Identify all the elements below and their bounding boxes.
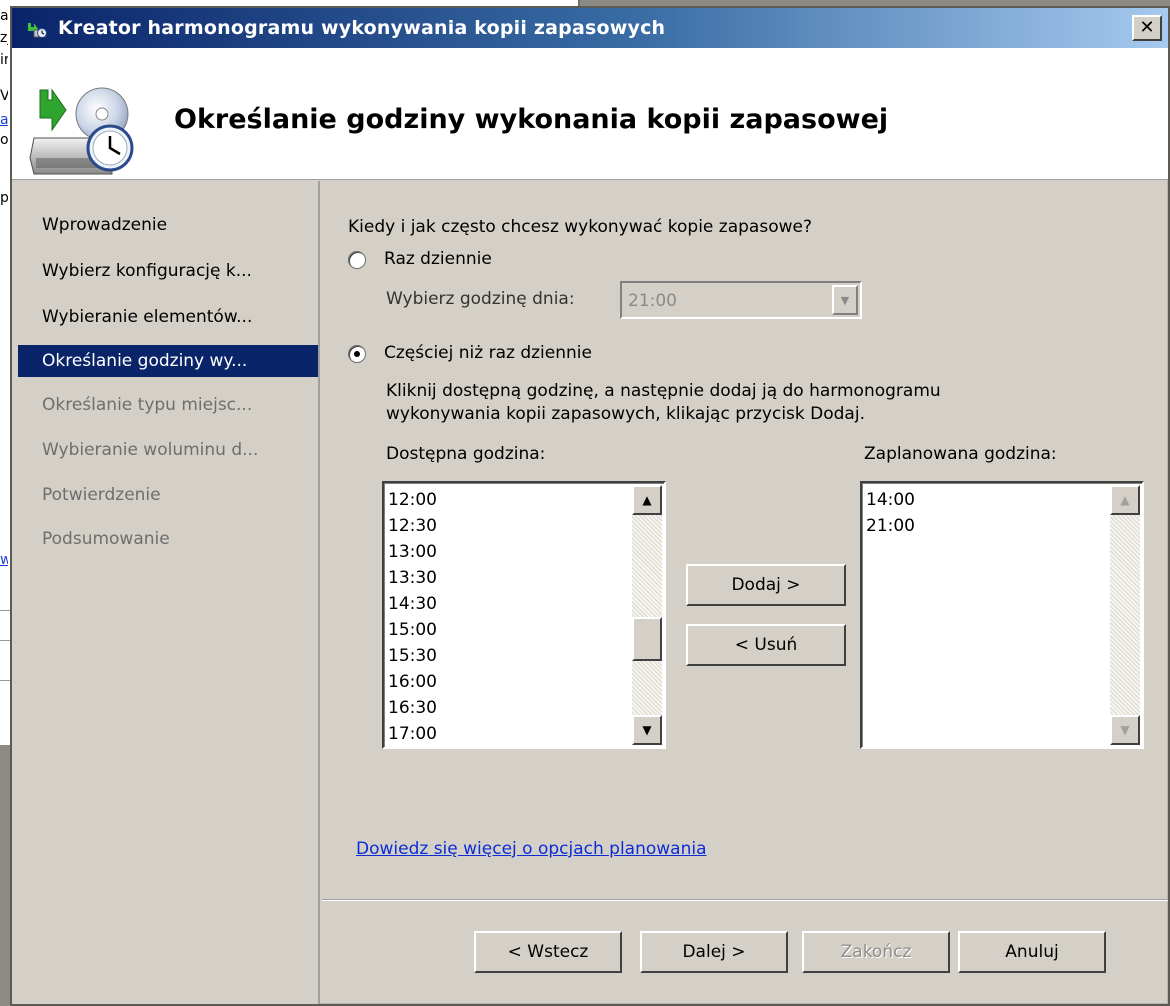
scheduled-times-label: Zaplanowana godzina: xyxy=(864,444,1057,464)
scroll-down-arrow-icon: ▼ xyxy=(1110,715,1140,745)
window-title: Kreator harmonogramu wykonywania kopii z… xyxy=(58,17,666,39)
scheduled-times-items: 14:00 21:00 xyxy=(866,487,915,539)
background-text-fragment: a xyxy=(0,112,8,128)
close-icon: ✕ xyxy=(1139,17,1155,38)
back-button[interactable]: < Wstecz xyxy=(474,931,622,973)
backup-disk-clock-icon xyxy=(29,87,134,175)
title-bar[interactable]: Kreator harmonogramu wykonywania kopii z… xyxy=(12,8,1168,48)
available-time-option[interactable]: 14:30 xyxy=(388,591,437,617)
available-times-scrollbar[interactable]: ▲ ▼ xyxy=(632,485,662,745)
scheduled-times-list[interactable]: 14:00 21:00 ▲ ▼ xyxy=(860,481,1144,749)
time-of-day-dropdown: 21:00 ▼ xyxy=(620,281,862,319)
available-time-option[interactable]: 16:30 xyxy=(388,695,437,721)
sidebar-item-introduction[interactable]: Wprowadzenie xyxy=(18,209,318,241)
sidebar-item-destination-type: Określanie typu miejsc... xyxy=(42,395,253,415)
available-times-list[interactable]: 12:00 12:30 13:00 13:30 14:30 15:00 15:3… xyxy=(382,481,666,749)
page-title: Określanie godziny wykonania kopii zapas… xyxy=(174,104,889,135)
close-button[interactable]: ✕ xyxy=(1132,15,1162,41)
background-divider xyxy=(0,610,10,611)
sidebar-item-summary: Podsumowanie xyxy=(42,529,170,549)
learn-more-link[interactable]: Dowiedz się więcej o opcjach planowania xyxy=(356,839,707,859)
background-text-fragment: a xyxy=(0,8,8,24)
next-button[interactable]: Dalej > xyxy=(640,931,788,973)
background-link-fragment[interactable]: w xyxy=(0,552,8,568)
available-time-option[interactable]: 12:00 xyxy=(388,487,437,513)
sidebar-item-specify-time[interactable]: Określanie godziny wy... xyxy=(18,345,318,377)
sidebar-item-select-configuration[interactable]: Wybierz konfigurację k... xyxy=(18,255,318,287)
backup-schedule-wizard: Kreator harmonogramu wykonywania kopii z… xyxy=(10,6,1170,1006)
scheduled-times-scrollbar: ▲ ▼ xyxy=(1110,485,1140,745)
available-times-items: 12:00 12:30 13:00 13:30 14:30 15:00 15:3… xyxy=(388,487,437,747)
wizard-page-content: Kiedy i jak często chcesz wykonywać kopi… xyxy=(322,181,1168,1004)
scheduled-time-option[interactable]: 14:00 xyxy=(866,487,915,513)
wizard-header: Określanie godziny wykonania kopii zapas… xyxy=(12,48,1168,180)
chevron-down-icon: ▼ xyxy=(832,285,858,315)
scheduled-time-option[interactable]: 21:00 xyxy=(866,513,915,539)
available-time-option[interactable]: 15:30 xyxy=(388,643,437,669)
radio-selected-dot xyxy=(354,351,360,357)
sidebar-item-select-volume: Wybieranie woluminu d... xyxy=(42,440,259,460)
background-text-fragment: V xyxy=(0,88,8,104)
footer-divider xyxy=(322,899,1168,901)
background-divider xyxy=(0,680,10,681)
schedule-question: Kiedy i jak często chcesz wykonywać kopi… xyxy=(348,217,812,237)
background-text-fragment: p xyxy=(0,190,8,206)
scrollbar-thumb[interactable] xyxy=(632,617,662,661)
available-time-option[interactable]: 16:00 xyxy=(388,669,437,695)
available-time-option[interactable]: 17:00 xyxy=(388,721,437,747)
backup-schedule-icon xyxy=(28,23,47,38)
sidebar-item-select-items[interactable]: Wybieranie elementów... xyxy=(18,301,318,333)
scroll-up-arrow-icon[interactable]: ▲ xyxy=(632,485,662,515)
scroll-up-arrow-icon: ▲ xyxy=(1110,485,1140,515)
background-text-fragment: ir xyxy=(0,52,8,68)
finish-button: Zakończ xyxy=(802,931,950,973)
remove-button[interactable]: < Usuń xyxy=(686,624,846,666)
cancel-button[interactable]: Anuluj xyxy=(958,931,1106,973)
scroll-down-arrow-icon[interactable]: ▼ xyxy=(632,715,662,745)
more-than-once-label[interactable]: Częściej niż raz dziennie xyxy=(384,343,592,363)
available-time-option[interactable]: 13:30 xyxy=(388,565,437,591)
time-of-day-value: 21:00 xyxy=(628,291,677,311)
wizard-steps-sidebar: Wprowadzenie Wybierz konfigurację k... W… xyxy=(12,181,320,1004)
more-than-once-radio[interactable] xyxy=(348,345,366,363)
once-daily-radio[interactable] xyxy=(348,251,366,269)
background-text-fragment: oc xyxy=(0,132,8,148)
time-of-day-label: Wybierz godzinę dnia: xyxy=(386,289,575,309)
background-text-fragment: zj xyxy=(0,30,8,46)
sidebar-item-confirmation: Potwierdzenie xyxy=(42,485,161,505)
add-button[interactable]: Dodaj > xyxy=(686,564,846,606)
available-times-label: Dostępna godzina: xyxy=(386,444,546,464)
available-time-option[interactable]: 12:30 xyxy=(388,513,437,539)
background-divider xyxy=(0,640,10,641)
available-time-option[interactable]: 15:00 xyxy=(388,617,437,643)
available-time-option[interactable]: 13:00 xyxy=(388,539,437,565)
instructions-line-1: Kliknij dostępną godzinę, a następnie do… xyxy=(386,381,941,401)
instructions-line-2: wykonywania kopii zapasowych, klikając p… xyxy=(386,404,865,424)
once-daily-label[interactable]: Raz dziennie xyxy=(384,249,492,269)
